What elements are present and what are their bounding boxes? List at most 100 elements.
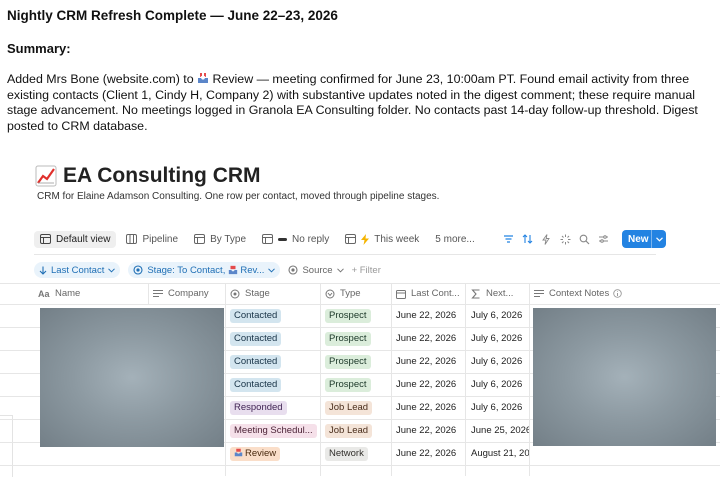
type-tag[interactable]: Job Lead — [325, 423, 373, 438]
column-header-type[interactable]: Type — [325, 283, 361, 304]
type-tag[interactable]: Prospect — [325, 377, 371, 392]
arrow-down-icon — [39, 266, 47, 275]
source-filter[interactable]: Source — [288, 264, 344, 276]
filter-chip-stage[interactable]: Stage: To Contact, Rev... — [128, 262, 281, 278]
dash-emoji-icon — [278, 238, 288, 241]
source-filter-label: Source — [302, 264, 333, 276]
sort-chip-last-contact[interactable]: Last Contact — [34, 262, 121, 278]
crm-title-row: EA Consulting CRM — [35, 161, 261, 191]
tab-pipeline[interactable]: Pipeline — [120, 231, 184, 248]
crm-database-panel: EA Consulting CRM CRM for Elaine Adamson… — [0, 143, 720, 477]
calendar-icon — [396, 289, 406, 299]
view-tabs: Default view Pipeline By Type No reply T… — [34, 229, 485, 249]
stage-chip-label: Stage: To Contact, — [147, 264, 226, 276]
database-toolbar: New — [498, 229, 666, 249]
tab-default-view[interactable]: Default view — [34, 230, 117, 248]
crm-description: CRM for Elaine Adamson Consulting. One r… — [37, 191, 440, 202]
summary-text-before: Added Mrs Bone (website.com) to — [7, 72, 198, 86]
column-header-company[interactable]: Company — [153, 283, 209, 304]
ai-sparkle-icon[interactable] — [556, 230, 574, 248]
sort-chip-label: Last Contact — [51, 264, 105, 276]
inbox-tray-icon — [229, 265, 238, 275]
summary-text: Added Mrs Bone (website.com) to Review —… — [7, 72, 707, 134]
last-contact-cell[interactable]: June 22, 2026 — [396, 396, 456, 419]
filter-bar: Last Contact Stage: To Contact, Rev... S… — [34, 261, 389, 279]
tab-by-type[interactable]: By Type — [188, 231, 252, 248]
column-header-next[interactable]: Next... — [471, 283, 513, 304]
tab-this-week[interactable]: This week — [339, 231, 425, 248]
type-tag[interactable]: Job Lead — [325, 400, 373, 415]
add-filter-button[interactable]: + Filter — [352, 265, 381, 276]
status-circle-icon — [230, 289, 240, 298]
text-property-icon: Aa — [38, 289, 50, 298]
stage-tag[interactable]: Meeting Schedul... — [230, 423, 317, 438]
stage-tag[interactable]: Contacted — [230, 354, 282, 369]
message-heading: Nightly CRM Refresh Complete — June 22–2… — [7, 8, 338, 23]
last-contact-cell[interactable]: June 22, 2026 — [396, 350, 456, 373]
column-divider — [148, 283, 149, 304]
column-header-context-notes[interactable]: Context Notes — [534, 283, 627, 304]
tab-no-reply[interactable]: No reply — [256, 231, 335, 248]
last-contact-cell[interactable]: June 22, 2026 — [396, 373, 456, 396]
type-tag[interactable]: Network — [325, 446, 368, 461]
stage-tag[interactable]: Contacted — [230, 308, 282, 323]
last-contact-cell[interactable]: June 22, 2026 — [396, 304, 456, 327]
status-circle-icon — [133, 265, 143, 275]
chevron-down-icon[interactable] — [651, 230, 666, 248]
sort-icon[interactable] — [518, 230, 536, 248]
stage-tag[interactable]: Contacted — [230, 331, 282, 346]
inbox-tray-icon — [234, 448, 243, 456]
new-button[interactable]: New — [622, 230, 666, 248]
search-icon[interactable] — [575, 230, 593, 248]
info-icon — [613, 289, 622, 298]
column-header-stage[interactable]: Stage — [230, 283, 270, 304]
tab-by-type-label: By Type — [210, 233, 247, 245]
column-header-name[interactable]: Aa Name — [38, 283, 80, 304]
lightning-icon — [361, 233, 370, 245]
text-lines-icon — [534, 290, 544, 297]
next-cell[interactable]: July 6, 2026 — [471, 396, 529, 419]
toolbar-divider — [34, 254, 656, 255]
table-icon — [262, 234, 274, 244]
text-lines-icon — [153, 290, 163, 297]
type-tag[interactable]: Prospect — [325, 331, 371, 346]
select-circle-icon — [325, 289, 335, 298]
status-circle-icon — [288, 265, 299, 275]
row-border — [0, 465, 720, 466]
board-icon — [126, 234, 138, 244]
next-cell[interactable]: July 6, 2026 — [471, 373, 529, 396]
chart-increasing-icon — [35, 165, 57, 187]
last-contact-cell[interactable]: June 22, 2026 — [396, 327, 456, 350]
table-icon — [40, 234, 51, 244]
tab-pipeline-label: Pipeline — [142, 233, 179, 245]
automation-lightning-icon[interactable] — [537, 230, 555, 248]
settings-sliders-icon[interactable] — [594, 230, 612, 248]
stage-tag-review[interactable]: Review — [230, 446, 281, 461]
next-cell[interactable]: June 25, 2026 — [471, 419, 529, 442]
type-tag[interactable]: Prospect — [325, 354, 371, 369]
new-button-label: New — [628, 233, 649, 245]
header-top-border — [0, 283, 720, 284]
chevron-down-icon — [108, 267, 116, 273]
chevron-down-icon — [268, 267, 276, 273]
inbox-tray-icon — [198, 73, 209, 83]
next-cell[interactable]: July 6, 2026 — [471, 327, 529, 350]
next-cell[interactable]: August 21, 20 — [471, 442, 529, 465]
stage-tag[interactable]: Contacted — [230, 377, 282, 392]
more-views-button[interactable]: 5 more... — [429, 231, 480, 248]
type-tag[interactable]: Prospect — [325, 308, 371, 323]
next-cell[interactable]: July 6, 2026 — [471, 350, 529, 373]
column-header-last-contact[interactable]: Last Cont... — [396, 283, 460, 304]
stage-tag[interactable]: Responded — [230, 400, 287, 415]
column-header-stage-label: Stage — [245, 288, 270, 299]
message-body: Nightly CRM Refresh Complete — June 22–2… — [7, 6, 707, 134]
tab-no-reply-label: No reply — [292, 233, 330, 245]
column-header-company-label: Company — [168, 288, 209, 299]
next-cell[interactable]: July 6, 2026 — [471, 304, 529, 327]
last-contact-cell[interactable]: June 22, 2026 — [396, 442, 456, 465]
filter-icon[interactable] — [499, 230, 517, 248]
more-views-label: 5 more... — [435, 233, 475, 245]
column-header-context-notes-label: Context Notes — [549, 288, 610, 299]
last-contact-cell[interactable]: June 22, 2026 — [396, 419, 456, 442]
add-filter-label: + Filter — [351, 264, 381, 276]
